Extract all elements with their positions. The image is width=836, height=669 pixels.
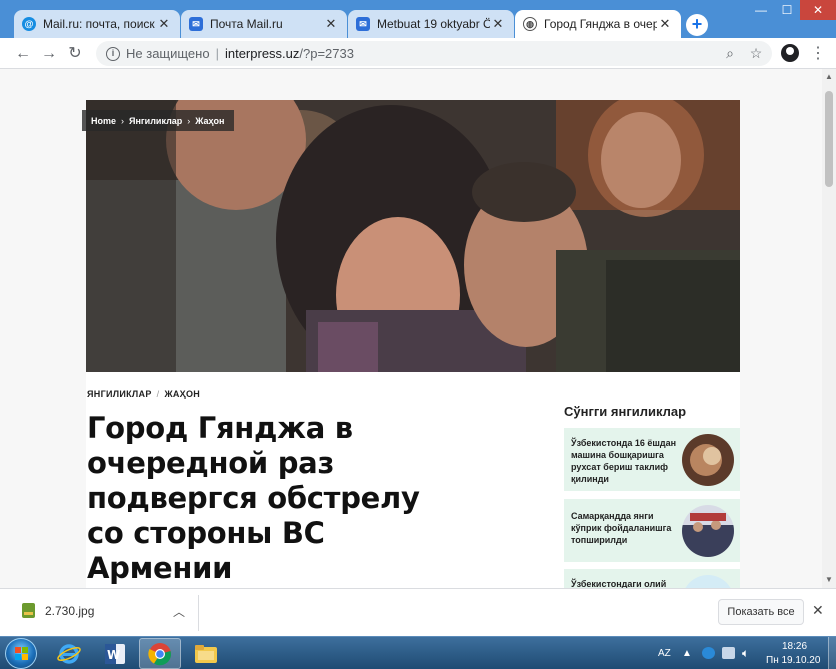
maximize-icon[interactable]: ☐ [774, 0, 800, 20]
download-bar: 2.730.jpg ︿ Показать все ✕ [0, 588, 836, 636]
clock-time[interactable]: 18:26 [782, 641, 807, 652]
tab-title: Почта Mail.ru [210, 17, 283, 31]
download-item[interactable]: 2.730.jpg [22, 603, 94, 618]
download-divider [198, 595, 199, 631]
latest-news-text: Самарқандда янги кўприк фойдаланишга топ… [571, 511, 672, 545]
breadcrumb-news[interactable]: Янгиликлар [129, 116, 182, 126]
tab-mail-inbox[interactable]: ✉ Почта Mail.ru ✕ [181, 10, 347, 38]
category-separator: / [156, 389, 160, 399]
close-tab-icon[interactable]: ✕ [156, 16, 172, 32]
start-button[interactable] [5, 638, 37, 669]
close-tab-icon[interactable]: ✕ [657, 16, 673, 32]
clock-date[interactable]: Пн 19.10.20 [766, 655, 820, 666]
mail-envelope-icon: ✉ [189, 17, 203, 31]
tab-mailru[interactable]: @ Mail.ru: почта, поиск в ин ✕ [14, 10, 180, 38]
breadcrumb: Home › Янгиликлар › Жаҳон [82, 110, 234, 131]
window-close-icon[interactable]: ✕ [800, 0, 836, 20]
latest-news-title: Сўнгги янгиликлар [564, 404, 687, 419]
latest-news-text: Ўзбекистонда 16 ёшдан машина бошқаришга … [571, 438, 677, 484]
article-categories: ЯНГИЛИКЛАР / ЖАҲОН [87, 389, 200, 399]
close-icon[interactable]: ✕ [812, 602, 824, 619]
breadcrumb-world[interactable]: Жаҳон [195, 116, 224, 126]
security-label: Не защищено [126, 46, 210, 61]
chrome-icon[interactable] [139, 638, 181, 669]
breadcrumb-home[interactable]: Home [91, 116, 116, 126]
address-bar[interactable]: i Не защищено | interpress.uz/?p=2733 ⌕ … [96, 41, 772, 66]
tab-title: Mail.ru: почта, поиск в ин [43, 17, 156, 31]
show-desktop-button[interactable] [828, 637, 836, 669]
scroll-up-icon[interactable]: ▲ [822, 71, 836, 83]
news-thumbnail [682, 505, 734, 557]
skype-icon[interactable] [702, 647, 715, 659]
news-thumbnail [682, 434, 734, 486]
latest-news-text: Ўзбекистондаги олий [571, 579, 667, 588]
hero-image [86, 100, 740, 372]
scroll-down-icon[interactable]: ▼ [822, 574, 836, 586]
zoom-magnifier-icon[interactable]: ⌕ [720, 41, 740, 66]
page-viewport: Home › Янгиликлар › Жаҳон ЯНГИЛИКЛАР / ЖАҲ… [0, 69, 822, 588]
url-text: interpress.uz/?p=2733 [225, 46, 354, 61]
language-indicator[interactable]: AZ [658, 648, 671, 659]
reload-icon[interactable]: ↻ [64, 43, 86, 65]
article-headline: Город Гянджа в очередной раз подвергся о… [87, 411, 420, 585]
chevron-right-icon: › [187, 115, 191, 126]
category-world-link[interactable]: ЖАҲОН [164, 389, 200, 399]
svg-text:W: W [107, 648, 120, 662]
chevron-right-icon: › [121, 115, 125, 126]
close-tab-icon[interactable]: ✕ [490, 16, 506, 32]
news-thumbnail [682, 575, 734, 588]
windows-taskbar: W AZ ▲ 🔈︎ 18:26 Пн 19.10.20 [0, 636, 836, 669]
page-scrollbar[interactable]: ▲ ▼ [822, 69, 836, 588]
globe-icon: ◍ [523, 17, 537, 31]
profile-avatar-icon[interactable] [781, 44, 799, 62]
network-icon[interactable] [722, 647, 735, 659]
tab-title: Metbuat 19 oktyabr Özbək [377, 17, 490, 31]
category-news-link[interactable]: ЯНГИЛИКЛАР [87, 389, 152, 399]
menu-kebab-icon[interactable]: ⋮ [810, 43, 826, 65]
tray-expand-icon[interactable]: ▲ [682, 648, 692, 659]
scrollbar-thumb[interactable] [825, 91, 833, 187]
windows-logo-icon [15, 647, 29, 661]
hero-photo-illustration [86, 100, 740, 372]
latest-news-item[interactable]: Самарқандда янги кўприк фойдаланишга топ… [564, 499, 740, 562]
tab-title: Город Гянджа в очередно [544, 17, 657, 31]
back-arrow-icon[interactable]: ← [12, 43, 34, 65]
forward-arrow-icon[interactable]: → [38, 43, 60, 65]
url-path: /?p=2733 [299, 46, 354, 61]
url-host: interpress.uz [224, 46, 300, 61]
word-icon[interactable]: W [94, 638, 136, 669]
new-tab-button[interactable]: + [686, 14, 708, 36]
file-explorer-icon[interactable] [185, 638, 227, 669]
latest-news-item[interactable]: Ўзбекистондаги олий [564, 569, 740, 588]
mail-envelope-icon: ✉ [356, 17, 370, 31]
close-tab-icon[interactable]: ✕ [323, 16, 339, 32]
address-separator: | [215, 46, 219, 61]
tab-strip: @ Mail.ru: почта, поиск в ин ✕ ✉ Почта M… [0, 0, 836, 38]
minimize-icon[interactable]: — [748, 0, 774, 20]
browser-toolbar: ← → ↻ i Не защищено | interpress.uz/?p=2… [0, 38, 836, 69]
info-icon[interactable]: i [106, 46, 120, 61]
tab-metbuat[interactable]: ✉ Metbuat 19 oktyabr Özbək ✕ [348, 10, 514, 38]
internet-explorer-icon[interactable] [48, 638, 90, 669]
tab-article[interactable]: ◍ Город Гянджа в очередно ✕ [515, 10, 681, 38]
bookmark-star-icon[interactable]: ☆ [746, 41, 766, 66]
download-file-name: 2.730.jpg [45, 603, 95, 618]
chevron-up-icon[interactable]: ︿ [173, 603, 185, 620]
mailru-at-icon: @ [22, 17, 36, 31]
volume-icon[interactable]: 🔈︎ [742, 646, 749, 661]
show-all-downloads-button[interactable]: Показать все [718, 599, 804, 625]
image-file-icon [22, 603, 35, 618]
latest-news-item[interactable]: Ўзбекистонда 16 ёшдан машина бошқаришга … [564, 428, 740, 491]
